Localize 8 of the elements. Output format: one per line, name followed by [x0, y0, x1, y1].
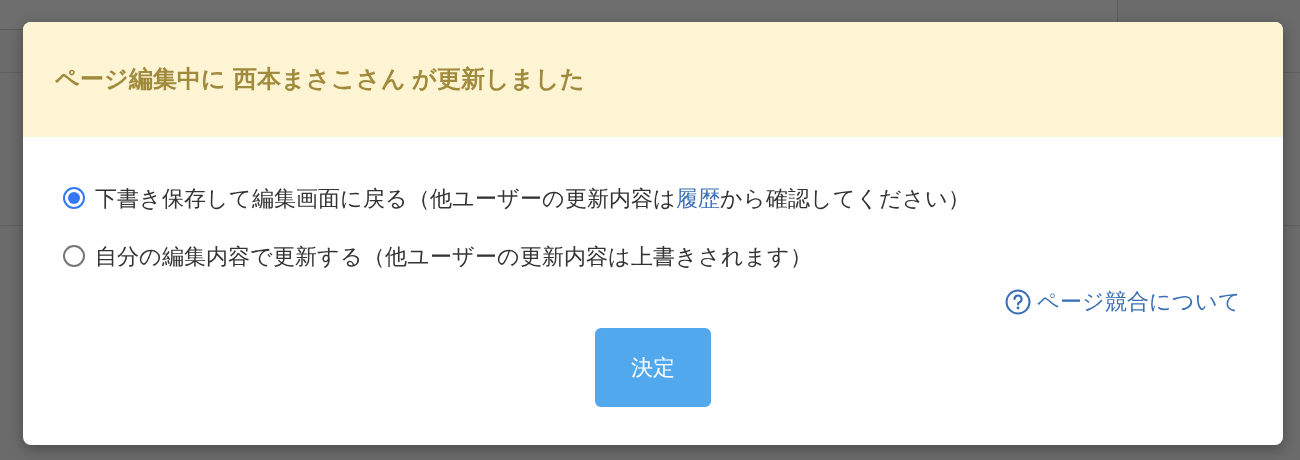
- dialog-title: ページ編集中に 西本まさこさん が更新しました: [55, 65, 586, 94]
- radio-button[interactable]: [63, 245, 85, 267]
- history-link[interactable]: 履歴: [676, 185, 720, 211]
- help-link[interactable]: ページ競合について: [1005, 285, 1241, 318]
- option-label: 下書き保存して編集画面に戻る（他ユーザーの更新内容は履歴から確認してください）: [95, 184, 970, 213]
- radio-button[interactable]: [63, 187, 85, 209]
- option-label: 自分の編集内容で更新する（他ユーザーの更新内容は上書きされます）: [95, 242, 812, 271]
- help-icon: [1005, 288, 1031, 315]
